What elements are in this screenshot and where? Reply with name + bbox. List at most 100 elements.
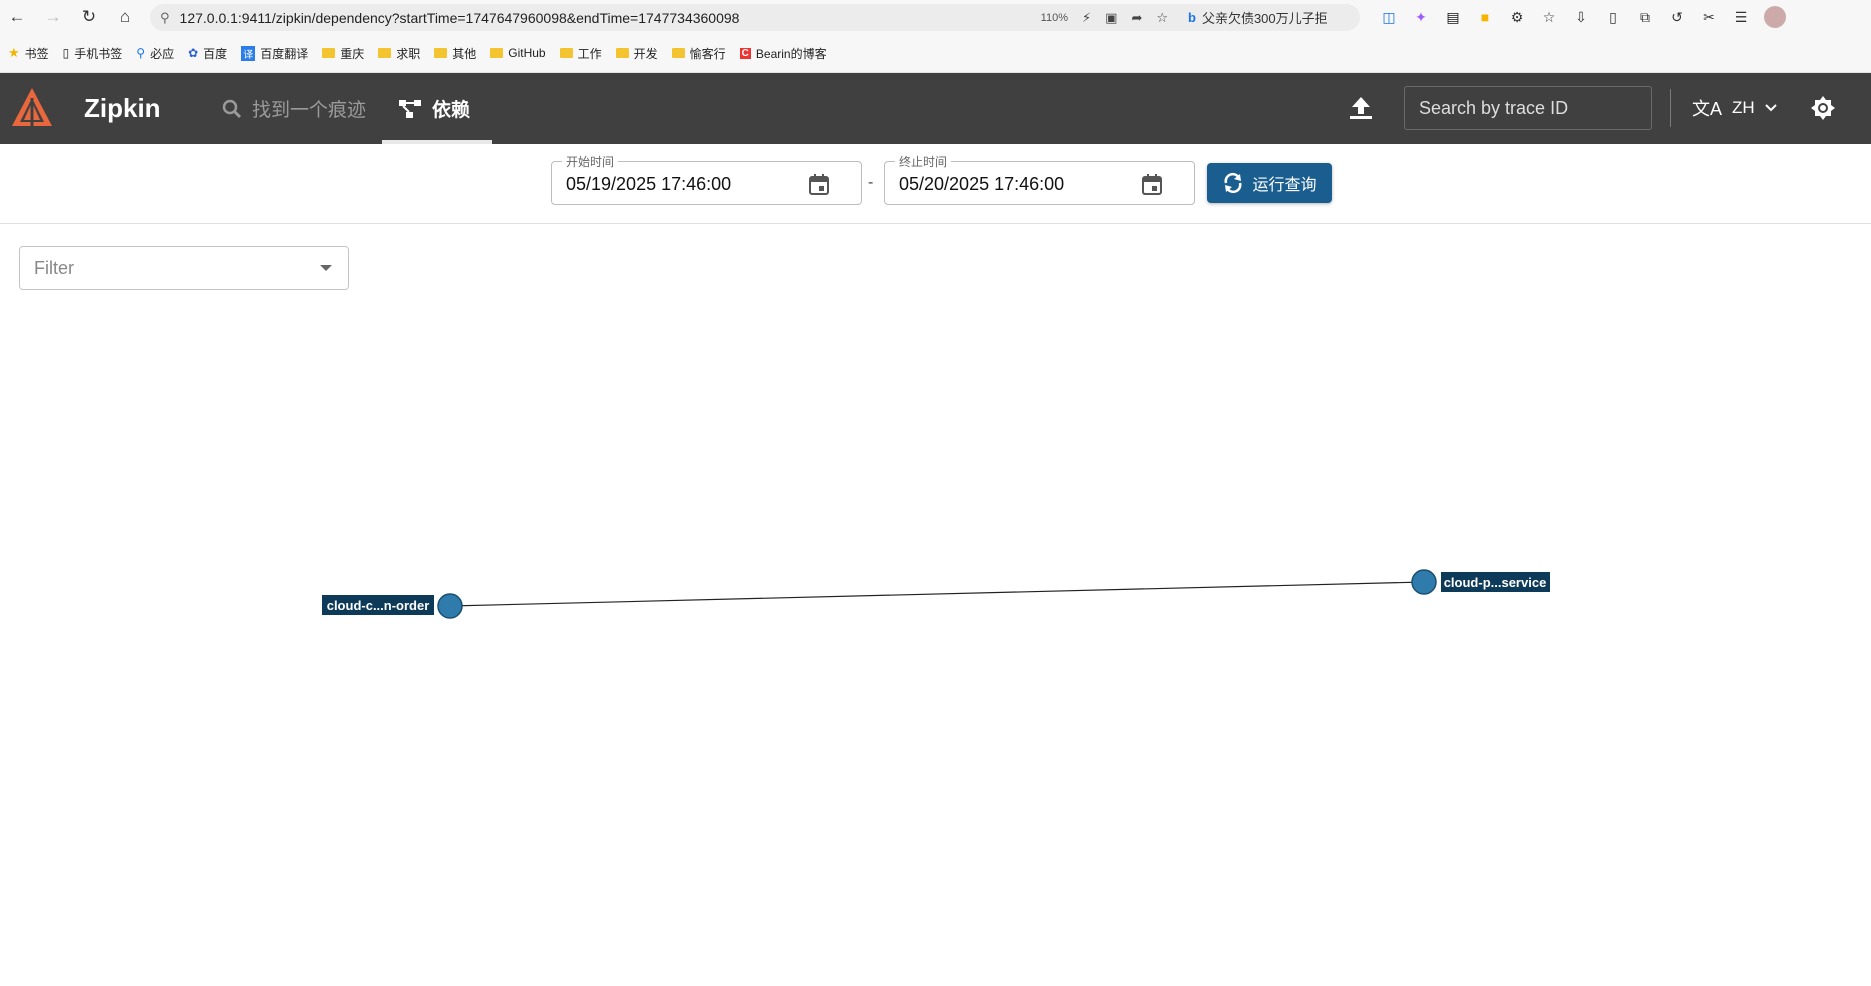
tab-find-trace[interactable]: 找到一个痕迹 xyxy=(222,73,366,144)
back-icon[interactable]: ← xyxy=(0,0,34,34)
search-icon: ⚲ xyxy=(136,46,146,60)
tab-dependencies-label: 依赖 xyxy=(432,100,471,121)
folder-ext-icon[interactable]: ■ xyxy=(1476,8,1494,26)
start-time-field[interactable]: 开始时间 05/19/2025 17:46:00 xyxy=(551,153,862,205)
brightness-icon xyxy=(1811,96,1835,120)
service-node-order[interactable]: cloud-c...n-order xyxy=(322,593,463,619)
bookmark-folder[interactable]: GitHub xyxy=(490,46,546,60)
translate-ext-icon[interactable]: ◫ xyxy=(1380,8,1398,26)
search-icon xyxy=(222,99,242,118)
service-node-circle[interactable] xyxy=(437,593,463,619)
date-separator: - xyxy=(868,174,874,191)
service-filter-select[interactable]: Filter xyxy=(19,246,349,290)
history-icon[interactable]: ↺ xyxy=(1668,8,1686,26)
zoom-indicator[interactable]: 110% xyxy=(1041,12,1068,24)
address-bar[interactable]: ⚲ 127.0.0.1:9411/zipkin/dependency?start… xyxy=(150,4,1360,31)
theme-toggle-button[interactable] xyxy=(1808,93,1838,123)
tab-find-trace-label: 找到一个痕迹 xyxy=(252,100,367,121)
bookmark-item[interactable]: 译百度翻译 xyxy=(241,45,308,62)
start-time-value[interactable]: 05/19/2025 17:46:00 xyxy=(566,174,731,195)
upload-icon xyxy=(1350,97,1372,119)
site-info-icon[interactable]: ⚲ xyxy=(160,10,170,26)
translate-icon: 文A xyxy=(1692,99,1723,119)
header-divider xyxy=(1670,89,1671,127)
lightning-icon[interactable]: ⚡ xyxy=(1082,10,1091,26)
bookmark-folder[interactable]: 开发 xyxy=(615,45,658,62)
translate-icon: 译 xyxy=(241,45,256,61)
calendar-icon[interactable] xyxy=(807,172,831,196)
download-icon[interactable]: ⇩ xyxy=(1572,8,1590,26)
calendar-icon[interactable] xyxy=(1140,172,1164,196)
upload-button[interactable] xyxy=(1346,91,1376,125)
extensions-icon[interactable]: ⚙ xyxy=(1508,8,1526,26)
node-label: cloud-c...n-order xyxy=(327,598,430,613)
extension-icons: ◫ ✦ ▤ ■ ⚙ ☆ ⇩ ▯ ⧉ ↺ ✂ ☰ xyxy=(1380,0,1786,34)
language-code: ZH xyxy=(1732,98,1755,117)
folder-icon xyxy=(615,48,629,58)
chart-ext-icon[interactable]: ▤ xyxy=(1444,8,1462,26)
dependency-graph-icon xyxy=(399,99,421,118)
bookmark-folder[interactable]: 其他 xyxy=(434,45,476,62)
profile-avatar[interactable] xyxy=(1764,6,1786,28)
bookmark-item[interactable]: ▯ 手机书签 xyxy=(63,45,123,62)
star-icon: ★ xyxy=(8,45,20,60)
service-node-payment[interactable]: cloud-p...service xyxy=(1411,569,1550,595)
bookmark-folder[interactable]: 重庆 xyxy=(322,45,364,62)
bookmarks-bar: ★ 书签 ▯ 手机书签 ⚲ 必应 ✿ 百度 译百度翻译 重庆 求职 其他 GitHub … xyxy=(0,34,1871,73)
bookmark-folder[interactable]: 求职 xyxy=(378,45,420,62)
end-time-label: 终止时间 xyxy=(895,153,952,170)
dependency-edge[interactable] xyxy=(449,581,1425,607)
bookmark-star-icon[interactable]: ☆ xyxy=(1156,10,1168,26)
home-icon[interactable]: ⌂ xyxy=(108,0,142,34)
search-suggestion[interactable]: b 父亲欠债300万儿子拒 xyxy=(1182,7,1352,29)
folder-icon xyxy=(559,48,573,58)
query-bar: 开始时间 05/19/2025 17:46:00 - 终止时间 05/20/20… xyxy=(0,144,1871,224)
csdn-icon: C xyxy=(739,47,751,59)
menu-icon[interactable]: ☰ xyxy=(1732,8,1750,26)
address-bar-actions: 110% ⚡ ▣ ➦ ☆ b 父亲欠债300万儿子拒 xyxy=(1041,4,1352,31)
app-header: Zipkin 找到一个痕迹 依赖 Search by trace ID 文A Z… xyxy=(0,73,1871,144)
collections-icon[interactable]: ⧉ xyxy=(1636,8,1654,26)
folder-icon xyxy=(322,48,336,58)
reload-icon[interactable]: ↻ xyxy=(72,0,106,34)
folder-icon xyxy=(490,48,504,58)
bookmark-item[interactable]: ✿ 百度 xyxy=(188,45,227,62)
ai-ext-icon[interactable]: ✦ xyxy=(1412,8,1430,26)
bookmark-item[interactable]: ⚲ 必应 xyxy=(136,45,174,62)
url-text: 127.0.0.1:9411/zipkin/dependency?startTi… xyxy=(179,9,740,26)
end-time-value[interactable]: 05/20/2025 17:46:00 xyxy=(899,174,1064,195)
tab-dependencies[interactable]: 依赖 xyxy=(382,73,492,144)
chevron-down-icon xyxy=(1764,104,1777,112)
trace-id-search-input[interactable]: Search by trace ID xyxy=(1404,86,1652,130)
start-time-label: 开始时间 xyxy=(562,153,619,170)
refresh-icon xyxy=(1224,172,1242,194)
language-selector[interactable]: 文A ZH xyxy=(1692,91,1777,125)
folder-icon xyxy=(434,48,448,58)
app-title[interactable]: Zipkin xyxy=(84,93,161,124)
end-time-field[interactable]: 终止时间 05/20/2025 17:46:00 xyxy=(884,153,1195,205)
share-icon[interactable]: ➦ xyxy=(1131,10,1142,26)
filter-placeholder: Filter xyxy=(34,257,74,278)
baidu-icon: ✿ xyxy=(188,46,199,60)
node-label: cloud-p...service xyxy=(1444,575,1547,590)
browser-toolbar: ← → ↻ ⌂ ⚲ 127.0.0.1:9411/zipkin/dependen… xyxy=(0,0,1871,34)
dropdown-arrow-icon[interactable] xyxy=(320,265,332,271)
phone-icon: ▯ xyxy=(62,46,70,60)
bookmark-item[interactable]: ★ 书签 xyxy=(8,45,49,62)
favorites-icon[interactable]: ☆ xyxy=(1540,8,1558,26)
service-node-circle[interactable] xyxy=(1411,569,1437,595)
folder-icon xyxy=(378,48,392,58)
run-query-label: 运行查询 xyxy=(1252,177,1317,194)
bookmark-folder[interactable]: 愉客行 xyxy=(671,45,726,62)
dependency-graph[interactable]: cloud-c...n-order cloud-p...service xyxy=(0,300,1871,986)
run-query-button[interactable]: 运行查询 xyxy=(1207,163,1332,203)
mobile-icon[interactable]: ▯ xyxy=(1604,8,1622,26)
screenshot-icon[interactable]: ✂ xyxy=(1700,8,1718,26)
search-suggestion-text: 父亲欠债300万儿子拒 xyxy=(1201,11,1328,26)
bookmark-item[interactable]: C Bearin的博客 xyxy=(739,45,827,62)
bing-icon: b xyxy=(1188,10,1196,25)
reader-icon[interactable]: ▣ xyxy=(1105,10,1117,26)
bookmark-folder[interactable]: 工作 xyxy=(559,45,602,62)
forward-icon[interactable]: → xyxy=(36,0,70,34)
zipkin-logo-icon[interactable] xyxy=(10,86,54,130)
